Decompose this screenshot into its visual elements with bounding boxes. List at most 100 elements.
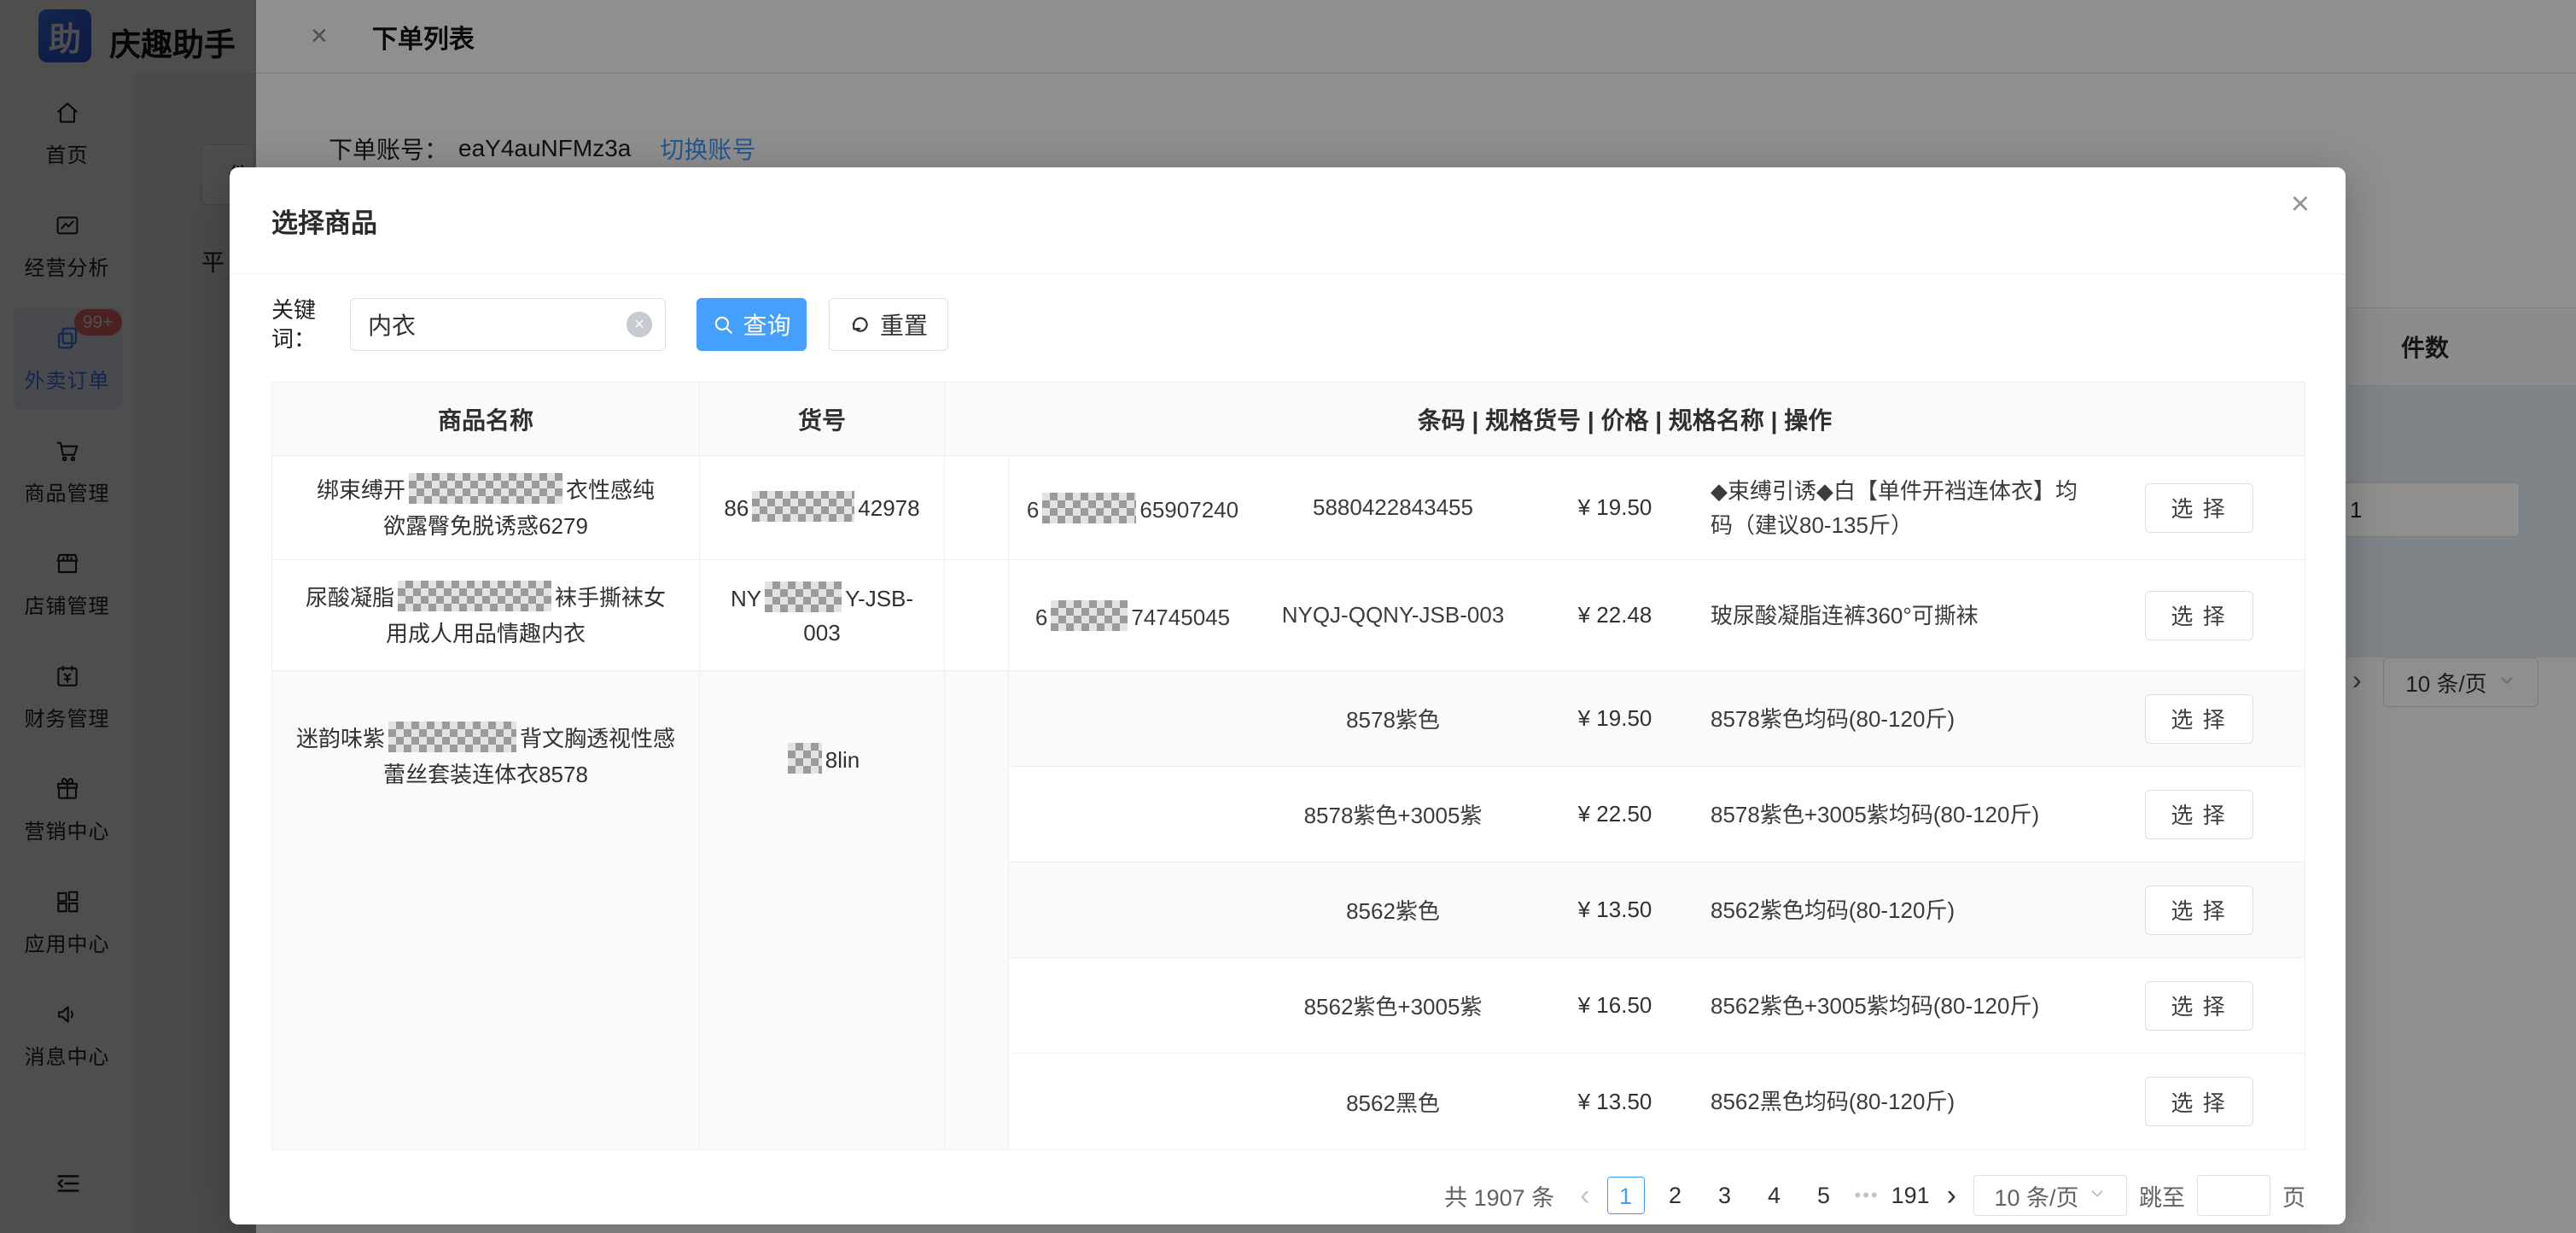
next-page-icon[interactable]: ›	[1942, 1179, 1961, 1213]
reset-button[interactable]: 重置	[829, 298, 948, 351]
page-size-select[interactable]: 10 条/页	[1973, 1175, 2127, 1216]
page-number-4[interactable]: 4	[1756, 1177, 1793, 1214]
spec-no: 8562紫色+3005紫	[1256, 990, 1530, 1021]
table-header: 商品名称 货号 条码 | 规格货号 | 价格 | 规格名称 | 操作	[272, 383, 2305, 456]
modal-close-icon[interactable]: ×	[2291, 186, 2310, 223]
query-button-label: 查询	[743, 307, 790, 342]
spec-row: 8562紫色 ¥ 13.50 8562紫色均码(80-120斤) 选 择	[1009, 862, 2305, 958]
item-no-cell: 86 42978	[700, 456, 945, 559]
censor-mosaic	[765, 581, 842, 612]
spec-row: 665907240 5880422843455 ¥ 19.50 ◆束缚引诱◆白【…	[1009, 456, 2305, 559]
page-number-3[interactable]: 3	[1706, 1177, 1744, 1214]
price: ¥ 16.50	[1530, 992, 1700, 1019]
page-size-value: 10 条/页	[1994, 1179, 2078, 1213]
spec-rows: 665907240 5880422843455 ¥ 19.50 ◆束缚引诱◆白【…	[1008, 456, 2305, 559]
page-number-2[interactable]: 2	[1657, 1177, 1694, 1214]
spec-no: 8578紫色	[1256, 703, 1530, 734]
select-button[interactable]: 选 择	[2145, 885, 2253, 935]
item-no-cell: NYY-JSB- 003	[700, 560, 945, 670]
select-button[interactable]: 选 择	[2145, 1077, 2253, 1126]
pagination-total: 共 1907 条	[1444, 1179, 1554, 1213]
spec-name: 玻尿酸凝脂连裤360°可撕袜	[1700, 599, 2093, 633]
col-header-specs: 条码 | 规格货号 | 价格 | 规格名称 | 操作	[945, 383, 2305, 455]
product-name-cell: 迷韵味紫 背文胸透视性感 蕾丝套装连体衣8578	[272, 671, 700, 1149]
spec-name: ◆束缚引诱◆白【单件开裆连体衣】均码（建议80-135斤）	[1700, 474, 2093, 542]
table-row: 绑束缚开 衣性感纯 欲露臀免脱诱惑6279 86 42978 665907240 5…	[272, 456, 2305, 560]
price: ¥ 19.50	[1530, 494, 1700, 521]
price: ¥ 19.50	[1530, 705, 1700, 732]
spec-name: 8578紫色均码(80-120斤)	[1700, 702, 2093, 736]
name-text: 衣性感纯	[566, 477, 655, 503]
item-no-text: 42978	[858, 495, 919, 521]
spec-row: 8562黑色 ¥ 13.50 8562黑色均码(80-120斤) 选 择	[1009, 1054, 2305, 1149]
table-row: 尿酸凝脂袜手撕袜女 用成人用品情趣内衣 NYY-JSB- 003 6747450…	[272, 560, 2305, 671]
specs-cell: 674745045 NYQJ-QQNY-JSB-003 ¥ 22.48 玻尿酸凝…	[945, 560, 2305, 670]
censor-mosaic	[409, 473, 562, 504]
jump-unit: 页	[2282, 1179, 2305, 1213]
product-name-cell: 尿酸凝脂袜手撕袜女 用成人用品情趣内衣	[272, 560, 700, 670]
keyword-label: 关键 词：	[271, 295, 329, 354]
item-no-cell: 8lin	[700, 671, 945, 1149]
page-number-5[interactable]: 5	[1805, 1177, 1843, 1214]
spec-name: 8562紫色均码(80-120斤)	[1700, 893, 2093, 927]
jump-page-input[interactable]	[2197, 1175, 2270, 1216]
search-icon	[712, 313, 734, 336]
table-row: 迷韵味紫 背文胸透视性感 蕾丝套装连体衣8578 8lin 8578紫色 ¥ 19…	[272, 671, 2305, 1149]
spec-name: 8562紫色+3005紫均码(80-120斤)	[1700, 989, 2093, 1023]
select-button[interactable]: 选 择	[2145, 483, 2253, 533]
censor-mosaic	[1042, 493, 1136, 523]
censor-mosaic	[398, 581, 551, 611]
item-no-text: Y-JSB-	[845, 586, 913, 611]
barcode: 665907240	[1009, 493, 1256, 523]
prev-page-icon[interactable]: ‹	[1575, 1179, 1594, 1213]
page-number-1[interactable]: 1	[1607, 1177, 1645, 1214]
clear-input-icon[interactable]: ×	[627, 312, 652, 337]
name-text-line2: 蕾丝套装连体衣8578	[383, 757, 588, 792]
spec-name: 8562黑色均码(80-120斤)	[1700, 1084, 2093, 1119]
censor-mosaic	[388, 722, 516, 752]
spec-no: 8578紫色+3005紫	[1256, 798, 1530, 830]
page-number-last[interactable]: 191	[1891, 1177, 1930, 1214]
chevron-down-icon	[2088, 1183, 2107, 1209]
spec-no: NYQJ-QQNY-JSB-003	[1256, 602, 1530, 628]
select-button[interactable]: 选 择	[2145, 981, 2253, 1031]
price: ¥ 13.50	[1530, 1089, 1700, 1115]
product-name-cell: 绑束缚开 衣性感纯 欲露臀免脱诱惑6279	[272, 456, 700, 559]
reset-button-label: 重置	[880, 307, 928, 342]
name-text: 背文胸透视性感	[520, 726, 675, 751]
name-text-line2: 欲露臀免脱诱惑6279	[383, 508, 588, 544]
select-button[interactable]: 选 择	[2145, 591, 2253, 640]
spec-no: 5880422843455	[1256, 494, 1530, 521]
select-button[interactable]: 选 择	[2145, 790, 2253, 839]
name-text: 绑束缚开	[317, 477, 405, 503]
barcode: 674745045	[1009, 600, 1256, 631]
pagination-ellipsis[interactable]: •••	[1855, 1184, 1880, 1207]
item-no-text: 86	[724, 495, 749, 521]
spec-no: 8562紫色	[1256, 894, 1530, 926]
query-button[interactable]: 查询	[696, 298, 807, 351]
spec-row: 8578紫色+3005紫 ¥ 22.50 8578紫色+3005紫均码(80-1…	[1009, 767, 2305, 862]
spec-no: 8562黑色	[1256, 1086, 1530, 1118]
modal-title: 选择商品	[271, 202, 377, 240]
name-text: 迷韵味紫	[296, 726, 385, 751]
select-button[interactable]: 选 择	[2145, 694, 2253, 744]
keyword-input-wrap: ×	[350, 298, 666, 351]
keyword-input[interactable]	[350, 298, 666, 351]
pagination: 共 1907 条 ‹ 1 2 3 4 5 ••• 191 › 10 条/页 跳至…	[1444, 1175, 2305, 1216]
name-text-line2: 用成人用品情趣内衣	[386, 616, 586, 652]
spec-rows: 674745045 NYQJ-QQNY-JSB-003 ¥ 22.48 玻尿酸凝…	[1008, 560, 2305, 670]
spec-row: 674745045 NYQJ-QQNY-JSB-003 ¥ 22.48 玻尿酸凝…	[1009, 560, 2305, 670]
spec-row: 8578紫色 ¥ 19.50 8578紫色均码(80-120斤) 选 择	[1009, 671, 2305, 767]
product-table: 商品名称 货号 条码 | 规格货号 | 价格 | 规格名称 | 操作 绑束缚开 衣…	[271, 382, 2305, 1150]
keyword-label-line1: 关键	[271, 295, 329, 324]
col-header-name: 商品名称	[272, 383, 700, 455]
specs-cell: 665907240 5880422843455 ¥ 19.50 ◆束缚引诱◆白【…	[945, 456, 2305, 559]
price: ¥ 13.50	[1530, 897, 1700, 923]
item-no-text: NY	[731, 586, 761, 611]
keyword-label-line2: 词：	[271, 324, 329, 354]
refresh-icon	[849, 313, 871, 336]
specs-cell: 8578紫色 ¥ 19.50 8578紫色均码(80-120斤) 选 择 857…	[945, 671, 2305, 1149]
name-text: 袜手撕袜女	[555, 585, 666, 611]
spec-name: 8578紫色+3005紫均码(80-120斤)	[1700, 798, 2093, 832]
spec-rows: 8578紫色 ¥ 19.50 8578紫色均码(80-120斤) 选 择 857…	[1008, 671, 2305, 1149]
